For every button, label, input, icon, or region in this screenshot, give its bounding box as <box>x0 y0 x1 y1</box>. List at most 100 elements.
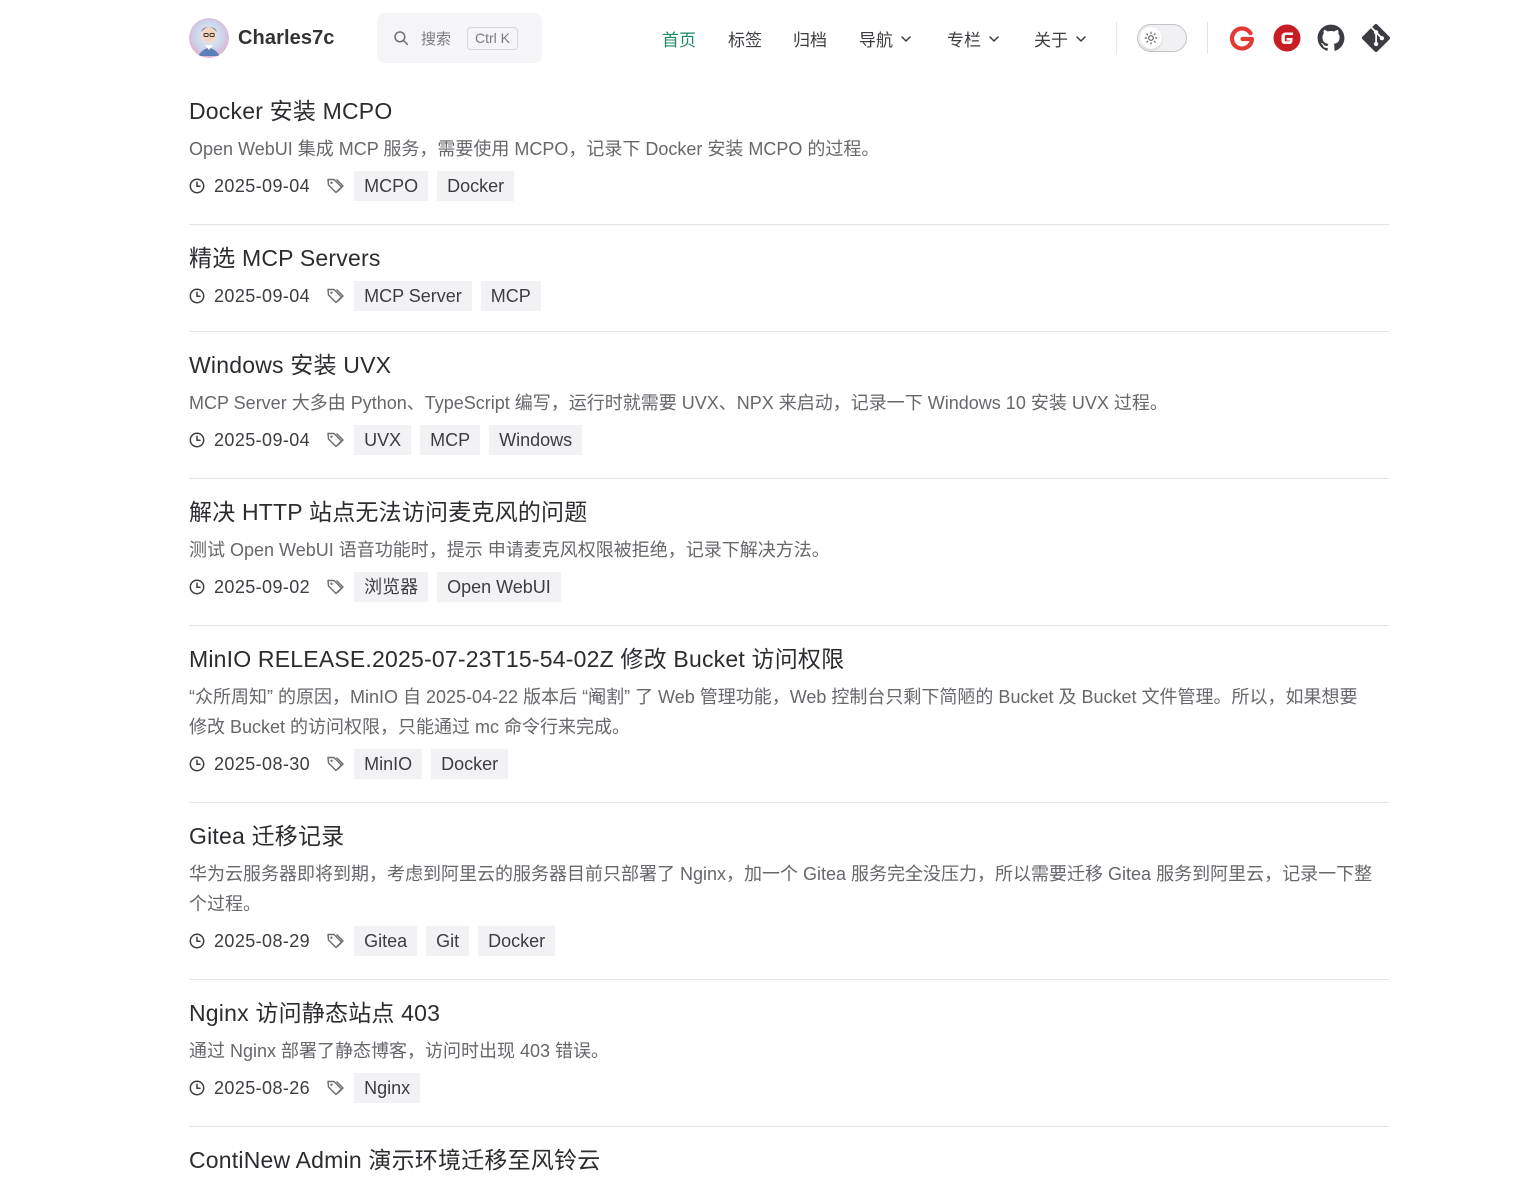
avatar <box>189 18 229 58</box>
post-meta: 2025-09-02 浏览器 Open WebUI <box>189 572 1389 602</box>
post-date: 2025-09-04 <box>214 285 311 306</box>
tag-chip[interactable]: MCP Server <box>354 281 472 311</box>
post-date: 2025-09-04 <box>214 175 311 196</box>
tag-icon <box>327 756 344 772</box>
tag-icon <box>327 579 344 595</box>
tag-chip[interactable]: MCPO <box>354 171 429 201</box>
switch-knob <box>1140 27 1162 49</box>
post-divider <box>189 802 1389 803</box>
post-summary: “众所周知” 的原因，MinIO 自 2025-04-22 版本后 “阉割” 了… <box>189 687 1358 737</box>
nav-column-label: 专栏 <box>947 31 981 50</box>
post-divider <box>189 979 1389 980</box>
nav-tags[interactable]: 标签 <box>728 26 762 51</box>
post-title-link[interactable]: Windows 安装 UVX <box>189 349 1389 381</box>
post-date: 2025-08-26 <box>214 1077 311 1098</box>
gitee-badge-icon[interactable] <box>1273 24 1301 52</box>
post-title-link[interactable]: 精选 MCP Servers <box>189 242 1389 274</box>
clock-icon <box>189 1080 205 1096</box>
nav-home[interactable]: 首页 <box>662 26 696 51</box>
post-summary: 通过 Nginx 部署了静态博客，访问时出现 403 错误。 <box>189 1041 610 1061</box>
tag-icon <box>327 432 344 448</box>
sun-icon <box>1144 31 1158 45</box>
post-item: 解决 HTTP 站点无法访问麦克风的问题 测试 Open WebUI 语音功能时… <box>189 496 1389 602</box>
post-title-link[interactable]: 解决 HTTP 站点无法访问麦克风的问题 <box>189 496 1389 528</box>
tag-icon <box>327 933 344 949</box>
search-button[interactable]: 搜索 Ctrl K <box>377 13 542 63</box>
nav-navigation-dropdown[interactable]: 导航 <box>859 26 912 51</box>
post-title-link[interactable]: Docker 安装 MCPO <box>189 95 1389 127</box>
tag-chip[interactable]: Nginx <box>354 1073 421 1103</box>
post-divider <box>189 224 1389 225</box>
post-item: 精选 MCP Servers 2025-09-04 MCP Server MCP <box>189 242 1389 311</box>
post-item: ContiNew Admin 演示环境迁移至风铃云 <box>189 1144 1389 1176</box>
tag-icon <box>327 178 344 194</box>
search-shortcut-hint: Ctrl K <box>467 26 519 50</box>
search-placeholder: 搜索 <box>421 30 452 48</box>
post-meta: 2025-08-30 MinIO Docker <box>189 749 1389 779</box>
post-meta: 2025-09-04 MCPO Docker <box>189 171 1389 201</box>
social-divider <box>1207 22 1208 54</box>
post-meta: 2025-08-26 Nginx <box>189 1073 1389 1103</box>
nav-archive[interactable]: 归档 <box>793 26 827 51</box>
nav-navigation-label: 导航 <box>859 31 893 50</box>
tag-chip[interactable]: Git <box>426 926 470 956</box>
tag-icon <box>327 1080 344 1096</box>
post-date: 2025-08-30 <box>214 753 311 774</box>
site-brand-link[interactable]: Charles7c <box>189 18 335 58</box>
git-icon[interactable] <box>1362 24 1390 52</box>
github-icon[interactable] <box>1317 24 1345 52</box>
clock-icon <box>189 933 205 949</box>
search-icon <box>394 31 409 46</box>
post-title-link[interactable]: Nginx 访问静态站点 403 <box>189 997 1389 1029</box>
clock-icon <box>189 756 205 772</box>
site-name: Charles7c <box>238 26 335 49</box>
tag-chip[interactable]: 浏览器 <box>354 572 429 602</box>
post-item: Nginx 访问静态站点 403 通过 Nginx 部署了静态博客，访问时出现 … <box>189 997 1389 1103</box>
tag-chip[interactable]: MinIO <box>354 749 423 779</box>
clock-icon <box>189 432 205 448</box>
tag-chip[interactable]: Docker <box>478 926 556 956</box>
post-divider <box>189 1126 1389 1127</box>
tag-chip[interactable]: Open WebUI <box>437 572 561 602</box>
post-divider <box>189 625 1389 626</box>
nav-about-dropdown[interactable]: 关于 <box>1034 26 1087 51</box>
nav-home-label: 首页 <box>662 31 696 50</box>
post-title-link[interactable]: MinIO RELEASE.2025-07-23T15-54-02Z 修改 Bu… <box>189 643 1389 675</box>
chevron-down-icon <box>901 35 911 42</box>
tag-chip[interactable]: Docker <box>431 749 509 779</box>
post-item: Docker 安装 MCPO Open WebUI 集成 MCP 服务，需要使用… <box>189 95 1389 201</box>
post-divider <box>189 331 1389 332</box>
top-navbar: Charles7c 搜索 Ctrl K 首页 标签 归档 导航 专栏 关于 <box>0 0 1535 76</box>
tag-chip[interactable]: Docker <box>437 171 515 201</box>
tag-chip[interactable]: MCP <box>480 281 541 311</box>
post-meta: 2025-08-29 Gitea Git Docker <box>189 926 1389 956</box>
post-summary: MCP Server 大多由 Python、TypeScript 编写，运行时就… <box>189 393 1168 413</box>
theme-toggle-switch[interactable] <box>1137 24 1187 52</box>
post-title-link[interactable]: ContiNew Admin 演示环境迁移至风铃云 <box>189 1144 1389 1176</box>
post-item: Windows 安装 UVX MCP Server 大多由 Python、Typ… <box>189 349 1389 455</box>
post-date: 2025-08-29 <box>214 930 311 951</box>
nav-column-dropdown[interactable]: 专栏 <box>947 26 1000 51</box>
tag-chip[interactable]: MCP <box>420 425 481 455</box>
post-title-link[interactable]: Gitea 迁移记录 <box>189 820 1389 852</box>
tag-chip[interactable]: Gitea <box>354 926 418 956</box>
post-date: 2025-09-02 <box>214 576 311 597</box>
post-summary: 测试 Open WebUI 语音功能时，提示 申请麦克风权限被拒绝，记录下解决方… <box>189 540 830 560</box>
nav-divider <box>1116 22 1117 54</box>
clock-icon <box>189 288 205 304</box>
nav-tags-label: 标签 <box>728 31 762 50</box>
tag-icon <box>327 288 344 304</box>
post-divider <box>189 478 1389 479</box>
clock-icon <box>189 178 205 194</box>
tag-chip[interactable]: UVX <box>354 425 412 455</box>
nav-about-label: 关于 <box>1034 31 1068 50</box>
chevron-down-icon <box>989 35 999 42</box>
post-meta: 2025-09-04 MCP Server MCP <box>189 281 1389 311</box>
post-summary: 华为云服务器即将到期，考虑到阿里云的服务器目前只部署了 Nginx，加一个 Gi… <box>189 864 1373 914</box>
tag-chip[interactable]: Windows <box>489 425 583 455</box>
gitee-g-icon[interactable] <box>1228 24 1256 52</box>
post-summary: Open WebUI 集成 MCP 服务，需要使用 MCPO，记录下 Docke… <box>189 139 880 159</box>
post-meta: 2025-09-04 UVX MCP Windows <box>189 425 1389 455</box>
post-date: 2025-09-04 <box>214 429 311 450</box>
nav-archive-label: 归档 <box>793 31 827 50</box>
